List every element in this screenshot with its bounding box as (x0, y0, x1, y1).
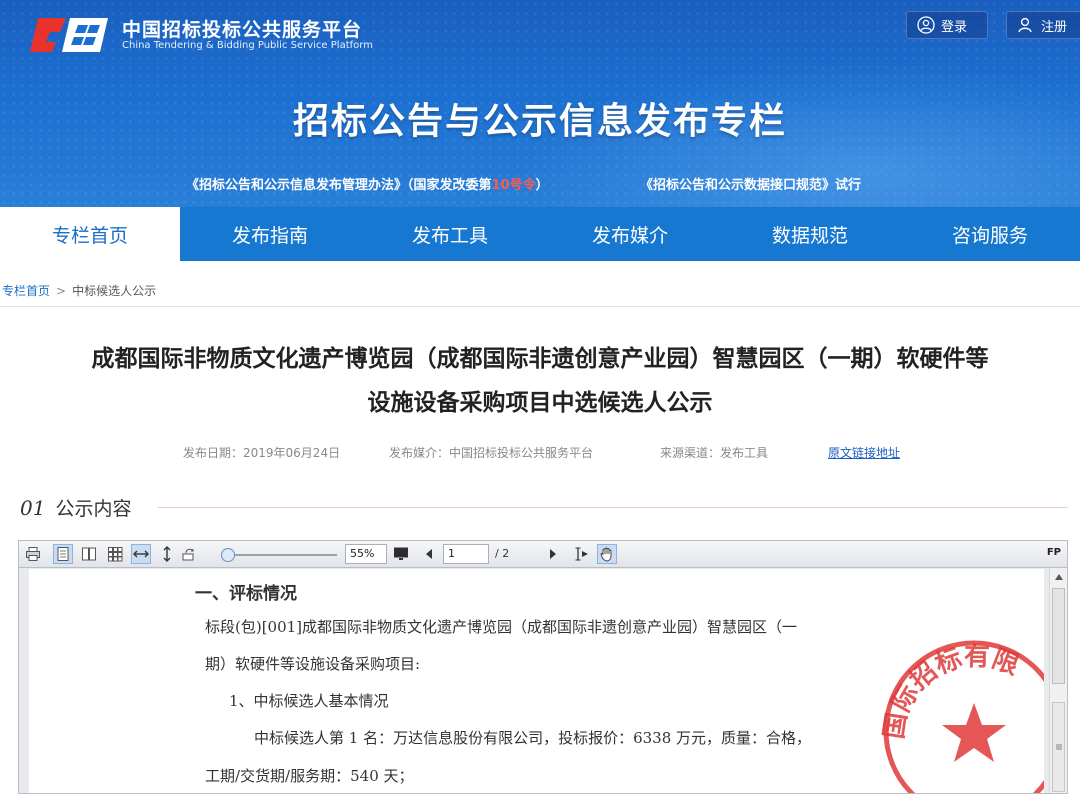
nav-item-home[interactable]: 专栏首页 (0, 207, 180, 261)
doc-line-1: 标段(包)[001]成都国际非物质文化遗产博览园（成都国际非遗创意产业园）智慧园… (205, 618, 798, 636)
main-nav: 专栏首页 发布指南 发布工具 发布媒介 数据规范 咨询服务 (0, 207, 1080, 261)
page-total: / 2 (495, 547, 510, 560)
site-logo-icon[interactable] (30, 12, 110, 58)
pdf-viewer: 55% 1 / 2 FP 一、评标情况 标段(包)[001]成都国际非物质文化遗… (18, 540, 1068, 794)
source-channel: 来源渠道：发布工具 (660, 446, 769, 460)
zoom-input[interactable]: 55% (345, 544, 387, 564)
fit-height-icon (163, 546, 171, 562)
grid-view-button[interactable] (105, 544, 125, 564)
regulation-link-1-prefix: 《招标公告和公示信息发布管理办法》（国家发改委第 (186, 178, 492, 193)
nav-item-guide[interactable]: 发布指南 (180, 207, 360, 261)
triangle-up-icon (1055, 574, 1063, 580)
fit-width-button[interactable] (131, 544, 151, 564)
login-button[interactable]: 登录 (906, 11, 988, 39)
print-icon (26, 547, 40, 561)
company-seal-stamp: 国际招标有限 (879, 640, 1044, 793)
doc-heading: 一、评标情况 (195, 584, 297, 604)
section-number: 01 (20, 496, 46, 520)
two-page-button[interactable] (79, 544, 99, 564)
header-banner: 中国招标投标公共服务平台 China Tendering & Bidding P… (0, 0, 1080, 207)
page-number-input[interactable]: 1 (443, 544, 489, 564)
zoom-slider-track[interactable] (227, 554, 337, 556)
regulation-number: 10号令 (491, 178, 536, 193)
prev-page-button[interactable] (419, 544, 439, 564)
regulation-link-1[interactable]: 《招标公告和公示信息发布管理办法》（国家发改委第10号令） (186, 174, 549, 193)
doc-line-2: 期）软硬件等设施设备采购项目: (205, 655, 421, 673)
section-divider (158, 507, 1068, 508)
nav-item-data-spec[interactable]: 数据规范 (720, 207, 900, 261)
fit-width-icon (133, 550, 149, 558)
banner-title: 招标公告与公示信息发布专栏 (292, 101, 787, 142)
login-label: 登录 (941, 19, 968, 35)
site-name-en: China Tendering & Bidding Public Service… (122, 40, 373, 51)
rotate-button[interactable] (179, 544, 199, 564)
zoom-slider-handle[interactable] (221, 548, 235, 562)
fit-height-button[interactable] (157, 544, 177, 564)
regulation-link-2[interactable]: 《招标公告和公示数据接口规范》试行 (640, 174, 861, 193)
section-header: 01 公示内容 (20, 494, 131, 521)
doc-line-5: 工期/交货期/服务期：540 天； (205, 767, 414, 785)
triangle-left-icon (426, 549, 432, 559)
nav-item-media[interactable]: 发布媒介 (540, 207, 720, 261)
article-title-line-1: 成都国际非物质文化遗产博览园（成都国际非遗创意产业园）智慧园区（一期）软硬件等 (91, 346, 989, 372)
scroll-thumb[interactable] (1052, 588, 1065, 684)
fp-label: FP (1046, 547, 1061, 558)
site-name[interactable]: 中国招标投标公共服务平台 (122, 15, 362, 42)
triangle-right-icon (550, 549, 556, 559)
pdf-page: 一、评标情况 标段(包)[001]成都国际非物质文化遗产博览园（成都国际非遗创意… (29, 569, 1044, 793)
breadcrumb-current: 中标候选人公示 (72, 284, 157, 298)
publish-date: 发布日期：2019年06月24日 (183, 446, 341, 460)
doc-line-3: 1、中标候选人基本情况 (229, 692, 389, 710)
user-add-icon (1018, 17, 1032, 33)
pdf-toolbar: 55% 1 / 2 FP (19, 541, 1067, 568)
user-circle-icon (917, 16, 935, 34)
monitor-icon (394, 547, 408, 560)
print-button[interactable] (23, 544, 43, 564)
breadcrumb: 专栏首页 > 中标候选人公示 (2, 282, 156, 299)
rotate-icon (182, 548, 194, 561)
vertical-scrollbar[interactable] (1049, 568, 1067, 793)
register-button[interactable]: 注册 (1006, 11, 1080, 39)
single-page-icon (57, 547, 69, 561)
article-title: 成都国际非物质文化遗产博览园（成都国际非遗创意产业园）智慧园区（一期）软硬件等 … (0, 337, 1080, 425)
scroll-up-button[interactable] (1050, 568, 1067, 586)
grip-icon (1055, 744, 1062, 750)
doc-line-4: 中标候选人第 1 名：万达信息股份有限公司，投标报价：6338 万元，质量：合格… (254, 729, 812, 747)
next-page-button[interactable] (543, 544, 563, 564)
nav-item-tools[interactable]: 发布工具 (360, 207, 540, 261)
single-page-button[interactable] (53, 544, 73, 564)
regulation-link-1-suffix: ） (535, 178, 549, 193)
original-link[interactable]: 原文链接地址 (828, 444, 900, 461)
text-select-button[interactable] (571, 544, 591, 564)
register-label: 注册 (1041, 19, 1068, 35)
nav-item-consulting[interactable]: 咨询服务 (900, 207, 1080, 261)
hand-icon (600, 547, 612, 562)
text-cursor-icon (575, 547, 588, 561)
two-page-icon (82, 547, 96, 561)
breadcrumb-home-link[interactable]: 专栏首页 (2, 282, 50, 299)
fullscreen-button[interactable] (391, 544, 411, 564)
section-label: 公示内容 (55, 498, 132, 520)
publish-media: 发布媒介：中国招标投标公共服务平台 (389, 446, 594, 460)
article-title-line-2: 设施设备采购项目中选候选人公示 (367, 390, 713, 416)
breadcrumb-separator: > (56, 283, 67, 298)
grid-icon (108, 547, 123, 562)
scroll-grip[interactable] (1052, 702, 1065, 792)
hand-tool-button[interactable] (597, 544, 617, 564)
